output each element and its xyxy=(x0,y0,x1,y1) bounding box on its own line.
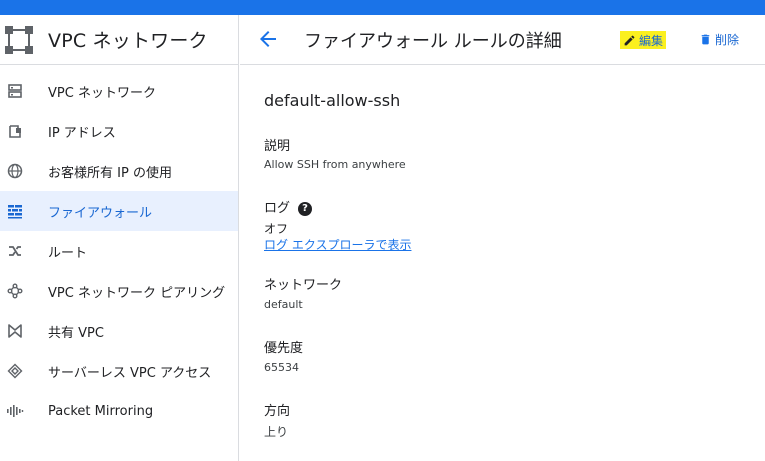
sidebar-item-vpc-networks[interactable]: VPC ネットワーク xyxy=(0,71,238,111)
sidebar-item-label: IP アドレス xyxy=(48,125,116,141)
sidebar-item-label: VPC ネットワーク ピアリング xyxy=(48,285,226,301)
logs-label: ログ xyxy=(264,201,291,216)
sidebar-item-label: ルート xyxy=(48,245,88,261)
sidebar-item-byoip[interactable]: お客様所有 IP の使用 xyxy=(0,151,238,191)
peering-icon xyxy=(6,282,24,300)
edit-button-label: 編集 xyxy=(639,33,664,48)
rule-name: default-allow-ssh xyxy=(264,91,401,110)
sidebar-item-firewall[interactable]: ファイアウォール xyxy=(0,191,238,231)
logs-value: オフ xyxy=(264,222,289,236)
sidebar-item-label: お客様所有 IP の使用 xyxy=(48,165,172,181)
page-title: ファイアウォール ルールの詳細 xyxy=(304,31,562,52)
network-label: ネットワーク xyxy=(264,278,343,293)
sidebar-item-label: サーバーレス VPC アクセス xyxy=(48,365,212,381)
direction-label: 方向 xyxy=(264,404,291,419)
sidebar-item-label: ファイアウォール xyxy=(48,205,153,221)
shared-vpc-icon xyxy=(6,322,24,340)
back-arrow-icon[interactable] xyxy=(256,27,280,51)
ip-address-icon xyxy=(6,122,24,140)
sidebar-item-label: VPC ネットワーク xyxy=(48,85,156,101)
top-app-bar xyxy=(0,0,765,15)
packet-mirroring-icon xyxy=(6,402,24,420)
edit-button[interactable]: 編集 xyxy=(620,31,667,49)
globe-icon xyxy=(6,162,24,180)
priority-value: 65534 xyxy=(264,361,299,374)
priority-label: 優先度 xyxy=(264,341,304,356)
sidebar-item-label: 共有 VPC xyxy=(48,325,104,341)
page-header: ファイアウォール ルールの詳細 編集 削除 xyxy=(240,15,765,65)
serverless-icon xyxy=(6,362,24,380)
sidebar-header: VPC ネットワーク xyxy=(0,15,238,65)
delete-button[interactable]: 削除 xyxy=(699,29,739,49)
logs-explorer-link[interactable]: ログ エクスプローラで表示 xyxy=(264,236,411,253)
logs-label-row: ログ? xyxy=(264,197,313,216)
sidebar-item-serverless-vpc-access[interactable]: サーバーレス VPC アクセス xyxy=(0,351,238,391)
trash-icon xyxy=(701,34,710,44)
direction-value: 上り xyxy=(264,425,289,439)
help-icon[interactable]: ? xyxy=(298,202,313,216)
routes-icon xyxy=(6,242,24,260)
sidebar-item-vpc-peering[interactable]: VPC ネットワーク ピアリング xyxy=(0,271,238,311)
sidebar-item-routes[interactable]: ルート xyxy=(0,231,238,271)
sidebar-item-packet-mirroring[interactable]: Packet Mirroring xyxy=(0,391,238,431)
firewall-icon xyxy=(6,202,24,220)
network-value: default xyxy=(264,298,303,311)
sidebar-item-ip-addresses[interactable]: IP アドレス xyxy=(0,111,238,151)
vpc-network-icon xyxy=(6,82,24,100)
sidebar-item-label: Packet Mirroring xyxy=(48,403,154,419)
description-label: 説明 xyxy=(264,139,291,154)
description-value: Allow SSH from anywhere xyxy=(264,158,406,171)
product-title: VPC ネットワーク xyxy=(48,30,208,52)
sidebar-item-shared-vpc[interactable]: 共有 VPC xyxy=(0,311,238,351)
pencil-icon xyxy=(624,35,635,45)
delete-button-label: 削除 xyxy=(715,32,740,47)
vpc-product-icon xyxy=(5,25,33,54)
